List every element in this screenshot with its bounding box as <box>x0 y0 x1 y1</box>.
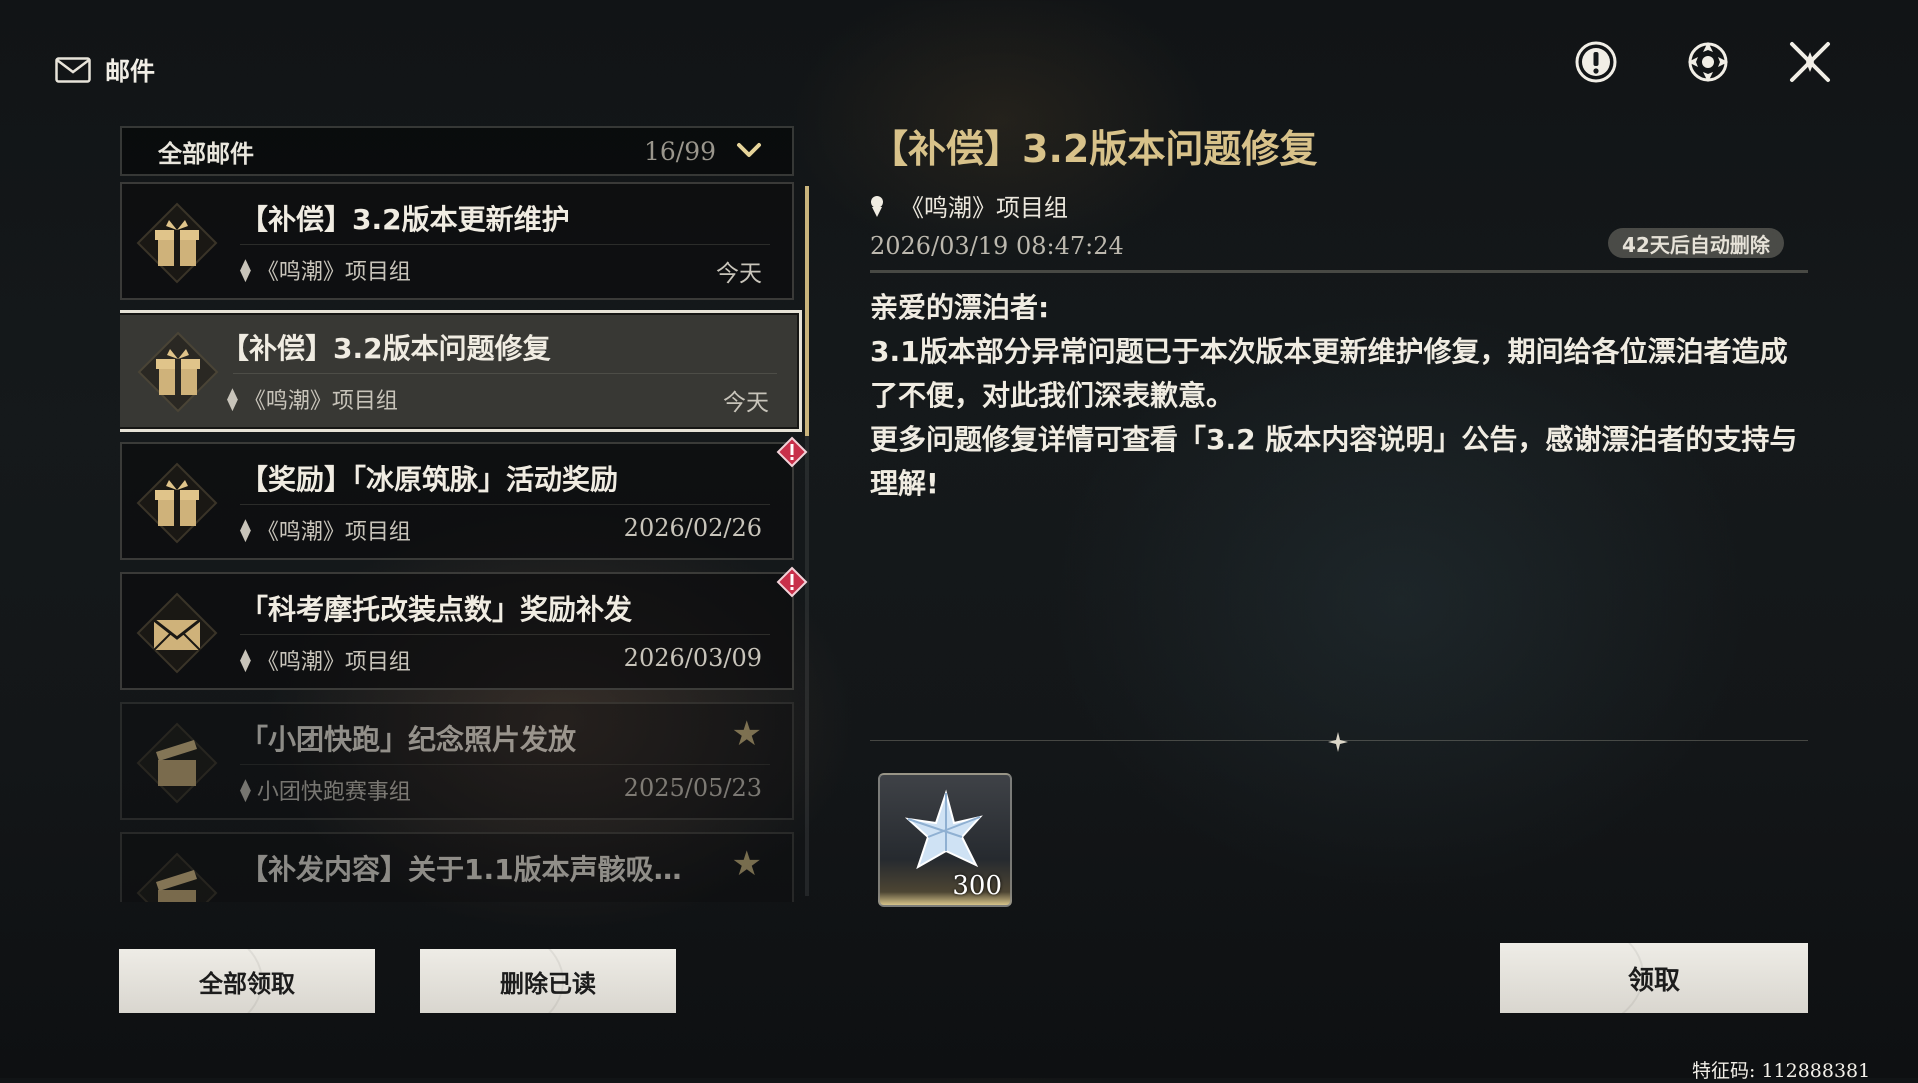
divider <box>240 504 770 505</box>
mail-detail-sender: 《鸣潮》项目组 <box>866 188 1068 223</box>
divider <box>240 634 770 635</box>
reward-quantity: 300 <box>952 871 1002 901</box>
mail-detail-datetime: 2026/03/19 08:47:24 <box>870 232 1124 260</box>
mail-date: 今天 <box>723 390 769 416</box>
star-crystal-icon <box>904 789 983 870</box>
mail-title: 【补偿】3.2版本问题修复 <box>221 332 551 365</box>
mail-date: 2026/02/26 <box>623 514 762 542</box>
mail-sender-name: 《鸣潮》项目组 <box>243 389 398 414</box>
separator-ornament-icon <box>1328 732 1348 752</box>
reward-item[interactable]: 300 <box>878 773 1012 907</box>
mail-sender: ⧫ 《鸣潮》项目组 <box>240 254 411 286</box>
mail-icon <box>55 57 91 83</box>
mail-sender: ⧫ 《鸣潮》项目组 <box>240 514 411 546</box>
mail-item[interactable]: 【奖励】「冰原筑脉」活动奖励 ⧫ 《鸣潮》项目组 2026/02/26 <box>120 436 808 560</box>
divider <box>233 373 777 374</box>
locator-icon[interactable] <box>1684 38 1732 86</box>
page-title: 邮件 <box>105 57 156 86</box>
mail-header: 邮件 <box>55 50 155 90</box>
mail-item[interactable]: 「科考摩托改装点数」奖励补发 ⧫ 《鸣潮》项目组 2026/03/09 <box>120 566 808 690</box>
mail-body-paragraph: 3.1版本部分异常问题已于本次版本更新维护修复，期间给各位漂泊者造成了不便，对此… <box>870 335 1788 412</box>
mail-item-read[interactable]: 「小团快跑」纪念照片发放 ⧫ 小团快跑赛事组 2025/05/23 ★ <box>120 702 794 820</box>
gift-box-icon <box>136 202 218 284</box>
gift-box-icon <box>137 331 219 413</box>
mail-detail-title: 【补偿】3.2版本问题修复 <box>870 127 1318 171</box>
mail-sender-name: 《鸣潮》项目组 <box>256 520 411 545</box>
chevron-down-icon <box>737 143 761 157</box>
divider <box>240 244 770 245</box>
mail-body-paragraph: 更多问题修复详情可查看「3.2 版本内容说明」公告，感谢漂泊者的支持与理解! <box>870 423 1798 500</box>
claim-button[interactable]: 领取 <box>1500 943 1808 1013</box>
star-icon[interactable]: ★ <box>732 714 762 754</box>
mail-date: 今天 <box>716 261 762 287</box>
mail-list-scrollbar[interactable] <box>805 186 809 896</box>
pin-icon: ⧫ <box>240 517 251 543</box>
claim-label: 领取 <box>1627 965 1680 996</box>
opened-gift-icon <box>136 722 218 804</box>
delete-read-label: 删除已读 <box>500 969 596 998</box>
mail-title: 「科考摩托改装点数」奖励补发 <box>240 593 633 626</box>
divider <box>240 764 770 765</box>
mail-title: 「小团快跑」纪念照片发放 <box>240 723 577 756</box>
mail-title: 【奖励】「冰原筑脉」活动奖励 <box>240 463 619 496</box>
mail-detail-body: 亲爱的漂泊者: 3.1版本部分异常问题已于本次版本更新维护修复，期间给各位漂泊者… <box>870 286 1800 506</box>
auto-delete-badge: 42天后自动删除 <box>1608 228 1784 258</box>
mail-date: 2025/05/23 <box>623 774 762 802</box>
mail-item-read[interactable]: 【补发内容】关于1.1版本声骸吸… ★ <box>120 832 794 902</box>
star-icon[interactable]: ★ <box>732 844 762 884</box>
new-mail-badge-icon <box>776 566 808 598</box>
mail-sender: ⧫ 《鸣潮》项目组 <box>240 644 411 676</box>
pin-icon: ⧫ <box>227 386 238 412</box>
pin-icon: ⧫ <box>240 647 251 673</box>
mail-sender-name: 小团快跑赛事组 <box>256 780 411 805</box>
gift-box-icon <box>136 462 218 544</box>
mail-sender: ⧫ 《鸣潮》项目组 <box>227 383 398 415</box>
new-mail-badge-icon <box>776 436 808 468</box>
mail-item[interactable]: 【补偿】3.2版本更新维护 ⧫ 《鸣潮》项目组 今天 <box>120 182 794 300</box>
delete-read-button[interactable]: 删除已读 <box>420 949 676 1013</box>
mail-item-selected[interactable]: 【补偿】3.2版本问题修复 ⧫ 《鸣潮》项目组 今天 <box>120 310 802 432</box>
filter-label: 全部邮件 <box>158 139 254 168</box>
feature-code: 特征码: 112888381 <box>1692 1060 1871 1082</box>
envelope-icon <box>136 592 218 674</box>
pin-icon: ⧫ <box>240 257 251 283</box>
claim-all-button[interactable]: 全部领取 <box>119 949 375 1013</box>
claim-all-label: 全部领取 <box>199 969 295 998</box>
opened-gift-icon <box>136 852 218 902</box>
mail-sender-name: 《鸣潮》项目组 <box>256 260 411 285</box>
mail-filter-dropdown[interactable]: 全部邮件 16/99 <box>120 126 794 176</box>
pin-icon: ⧫ <box>240 777 251 803</box>
scrollbar-thumb[interactable] <box>805 186 809 436</box>
close-icon[interactable] <box>1786 38 1834 86</box>
mail-count: 16/99 <box>643 136 716 166</box>
sender-pin-icon <box>871 195 883 217</box>
mail-greeting: 亲爱的漂泊者: <box>870 291 1050 324</box>
mail-date: 2026/03/09 <box>623 644 762 672</box>
mail-sender: ⧫ 小团快跑赛事组 <box>240 774 411 806</box>
mail-sender-name: 《鸣潮》项目组 <box>256 650 411 675</box>
notice-icon[interactable] <box>1572 38 1620 86</box>
mail-title: 【补发内容】关于1.1版本声骸吸… <box>240 853 682 886</box>
mail-title: 【补偿】3.2版本更新维护 <box>240 203 570 236</box>
detail-divider <box>870 270 1808 273</box>
mail-list[interactable]: 【补偿】3.2版本更新维护 ⧫ 《鸣潮》项目组 今天 【补偿】3.2版本问题修复… <box>120 182 810 902</box>
mail-detail-sender-name: 《鸣潮》项目组 <box>900 194 1068 222</box>
